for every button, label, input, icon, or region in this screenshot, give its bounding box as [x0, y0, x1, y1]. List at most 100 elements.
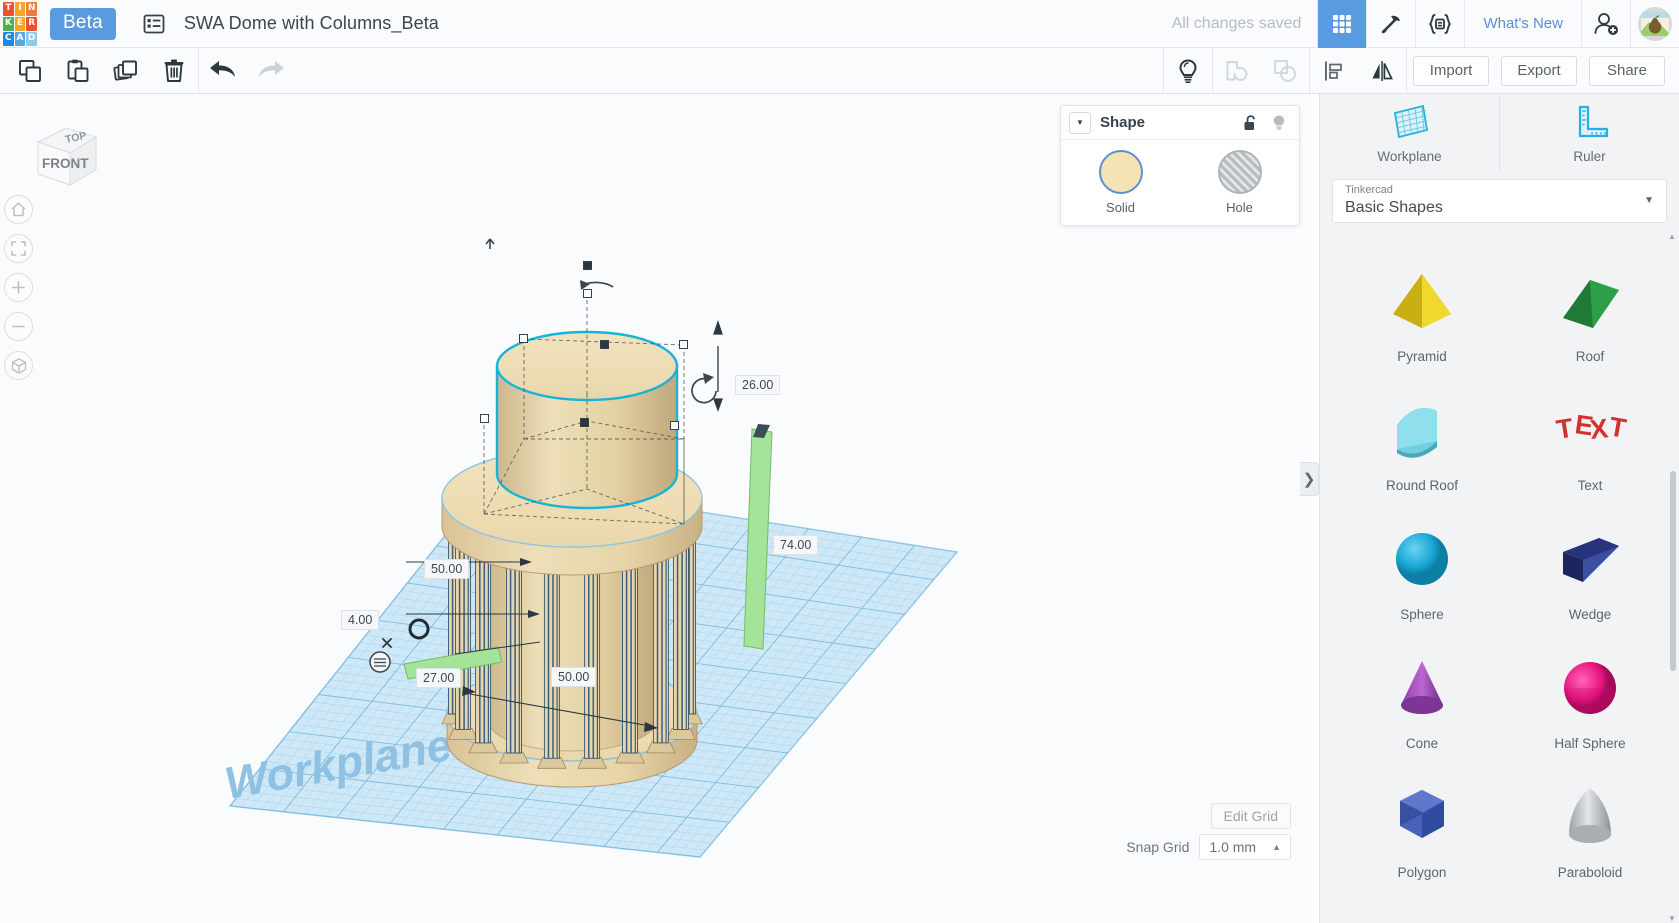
dimension-label[interactable]: 4.00 [341, 610, 380, 631]
shape-item-cone[interactable]: Cone [1338, 626, 1506, 755]
text-shape: TEXT [1506, 384, 1674, 476]
logo-tile-a-7: A [14, 31, 26, 46]
blocks-grid-icon[interactable] [1318, 0, 1367, 48]
lightbulb-icon[interactable] [1271, 114, 1287, 132]
shape-option-label: Hole [1226, 200, 1253, 215]
shape-item-wedge[interactable]: Wedge [1506, 497, 1674, 626]
pyramid-shape [1338, 255, 1506, 347]
user-avatar[interactable] [1631, 0, 1679, 48]
zoom-in-button[interactable] [4, 273, 33, 302]
resize-handle[interactable] [600, 340, 609, 349]
panel-list-icon[interactable] [142, 12, 166, 36]
shape-item-roof[interactable]: Roof [1506, 239, 1674, 368]
scrollbar-thumb[interactable] [1670, 471, 1676, 671]
shape-item-pyramid[interactable]: Pyramid [1338, 239, 1506, 368]
resize-handle[interactable] [583, 261, 592, 270]
divider [1406, 48, 1407, 93]
shape-library-select[interactable]: Tinkercad Basic Shapes ▼ [1332, 179, 1667, 223]
svg-text:T: T [1607, 411, 1627, 443]
shape-panel-header-icons [1243, 114, 1291, 132]
codeblocks-pickaxe-icon[interactable] [1367, 0, 1415, 48]
zoom-out-button[interactable] [4, 312, 33, 341]
document-title[interactable]: SWA Dome with Columns_Beta [184, 13, 439, 34]
undo-button[interactable] [199, 48, 247, 93]
shape-option-solid[interactable]: Solid [1061, 150, 1180, 215]
shape-item-sphere[interactable]: Sphere [1338, 497, 1506, 626]
whats-new-link[interactable]: What's New [1465, 0, 1581, 48]
shape-library-grid[interactable]: Pyramid Roof Round Roof T E X T Text Sphere Wedge… [1320, 231, 1679, 923]
ungroup-button[interactable] [1261, 48, 1309, 93]
delete-button[interactable] [150, 48, 198, 93]
sidebar-item-workplane[interactable]: Workplane [1320, 94, 1499, 171]
resize-handle[interactable] [580, 418, 589, 427]
workplane-icon [1393, 104, 1428, 138]
export-button[interactable]: Export [1501, 55, 1577, 86]
resize-handle[interactable] [670, 421, 679, 430]
import-button[interactable]: Import [1413, 55, 1489, 86]
resize-handle[interactable] [679, 340, 688, 349]
scroll-up-arrow[interactable]: ▲ [1667, 231, 1677, 241]
chevron-down-icon[interactable]: ▼ [1069, 111, 1091, 134]
dimension-label[interactable]: 26.00 [735, 375, 781, 396]
edit-grid-button[interactable]: Edit Grid [1210, 803, 1291, 829]
copy-button[interactable] [6, 48, 54, 93]
shape-item-label: Polygon [1397, 865, 1447, 880]
dimension-label[interactable]: 50.00 [551, 667, 597, 688]
hole-swatch [1217, 150, 1262, 194]
dimension-label[interactable]: 74.00 [773, 535, 819, 556]
tinkercad-logo[interactable]: TINKERCAD [2, 1, 38, 47]
shape-item-text[interactable]: T E X T Text [1506, 368, 1674, 497]
scroll-down-arrow[interactable]: ▼ [1667, 913, 1677, 923]
shape-item-half-sphere[interactable]: Half Sphere [1506, 626, 1674, 755]
resize-handle[interactable] [519, 334, 528, 343]
shape-panel-header: ▼ Shape [1061, 106, 1299, 140]
shape-item-label: Roof [1575, 349, 1605, 364]
shapes-sidebar: Workplane Ruler Tinkercad Basic Shapes ▼… [1319, 94, 1679, 923]
paraboloid-shape [1506, 771, 1674, 863]
logo-tile-c-6: C [3, 31, 14, 46]
shape-item-label: Round Roof [1385, 478, 1459, 493]
library-name-label: Basic Shapes [1345, 198, 1443, 216]
duplicate-button[interactable] [102, 48, 150, 93]
logo-tile-e-4: E [14, 16, 26, 31]
group-button[interactable] [1213, 48, 1261, 93]
snap-grid-select[interactable]: 1.0 mm ▲ [1199, 834, 1291, 860]
resize-handle[interactable] [480, 414, 489, 423]
code-brackets-icon[interactable] [1416, 0, 1464, 48]
dimension-label[interactable]: 27.00 [416, 668, 462, 689]
ruler-icon [1578, 105, 1608, 137]
sidebar-tools: Workplane Ruler [1320, 94, 1679, 171]
avatar [1638, 6, 1672, 41]
shape-item-paraboloid[interactable]: Paraboloid [1506, 755, 1674, 884]
paste-button[interactable] [54, 48, 102, 93]
shape-option-hole[interactable]: Hole [1180, 150, 1299, 215]
beta-badge[interactable]: Beta [50, 7, 116, 40]
sidebar-item-ruler[interactable]: Ruler [1499, 94, 1679, 171]
resize-handle[interactable] [583, 289, 592, 298]
panel-collapse-handle[interactable]: ❯ [1300, 462, 1319, 496]
sidebar-scrollbar[interactable]: ▲ ▼ [1668, 231, 1677, 923]
shape-item-label: Cone [1405, 736, 1439, 751]
library-owner-label: Tinkercad [1345, 184, 1393, 197]
shape-item-polygon[interactable]: Polygon [1338, 755, 1506, 884]
home-view-button[interactable] [4, 195, 33, 224]
save-status: All changes saved [1171, 14, 1302, 32]
fit-to-view-button[interactable] [4, 234, 33, 263]
view-cube[interactable]: TOP FRONT [20, 112, 98, 186]
sidebar-item-label: Workplane [1377, 148, 1442, 164]
caret-up-icon: ▲ [1272, 842, 1281, 852]
shape-item-label: Wedge [1568, 607, 1612, 622]
lightbulb-icon[interactable] [1164, 48, 1212, 93]
shape-item-label: Sphere [1400, 607, 1444, 622]
perspective-toggle-button[interactable] [4, 351, 33, 380]
unlocked-padlock-icon[interactable] [1243, 114, 1259, 132]
share-button[interactable]: Share [1589, 55, 1665, 86]
mirror-button[interactable] [1358, 48, 1406, 93]
shape-panel-title: Shape [1100, 114, 1146, 131]
dimension-label[interactable]: 50.00 [424, 559, 470, 580]
align-button[interactable] [1310, 48, 1358, 93]
snap-grid-label: Snap Grid [1126, 839, 1190, 855]
shape-item-round-roof[interactable]: Round Roof [1338, 368, 1506, 497]
redo-button[interactable] [247, 48, 295, 93]
add-collaborator-icon[interactable] [1582, 0, 1630, 48]
